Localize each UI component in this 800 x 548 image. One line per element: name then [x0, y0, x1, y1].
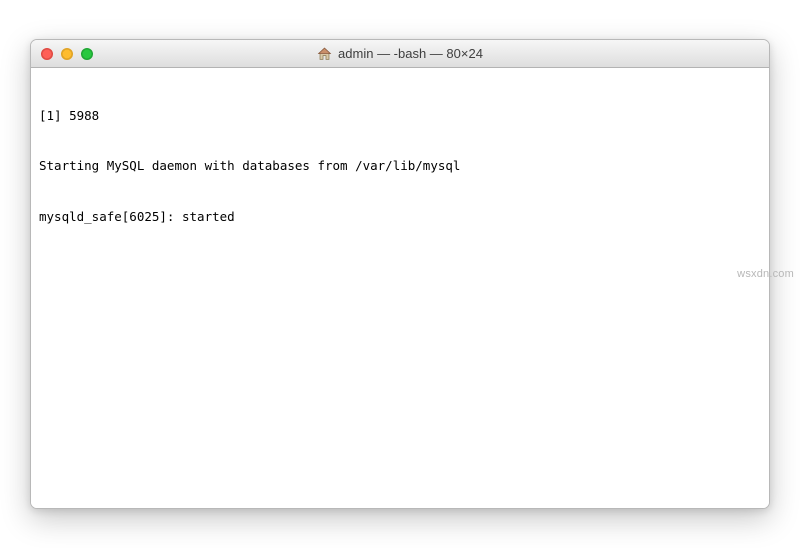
terminal-line: [1] 5988 — [39, 108, 761, 125]
minimize-button[interactable] — [61, 48, 73, 60]
terminal-window: admin — -bash — 80×24 [1] 5988 Starting … — [30, 39, 770, 509]
home-icon — [317, 47, 332, 61]
window-title-area: admin — -bash — 80×24 — [31, 40, 769, 67]
terminal-line: mysqld_safe[6025]: started — [39, 209, 761, 226]
watermark-text: wsxdn.com — [737, 268, 794, 280]
terminal-line: Starting MySQL daemon with databases fro… — [39, 158, 761, 175]
traffic-lights — [41, 48, 93, 60]
maximize-button[interactable] — [81, 48, 93, 60]
titlebar[interactable]: admin — -bash — 80×24 — [31, 40, 769, 68]
close-button[interactable] — [41, 48, 53, 60]
window-title: admin — -bash — 80×24 — [338, 46, 483, 61]
terminal-body[interactable]: [1] 5988 Starting MySQL daemon with data… — [31, 68, 769, 508]
